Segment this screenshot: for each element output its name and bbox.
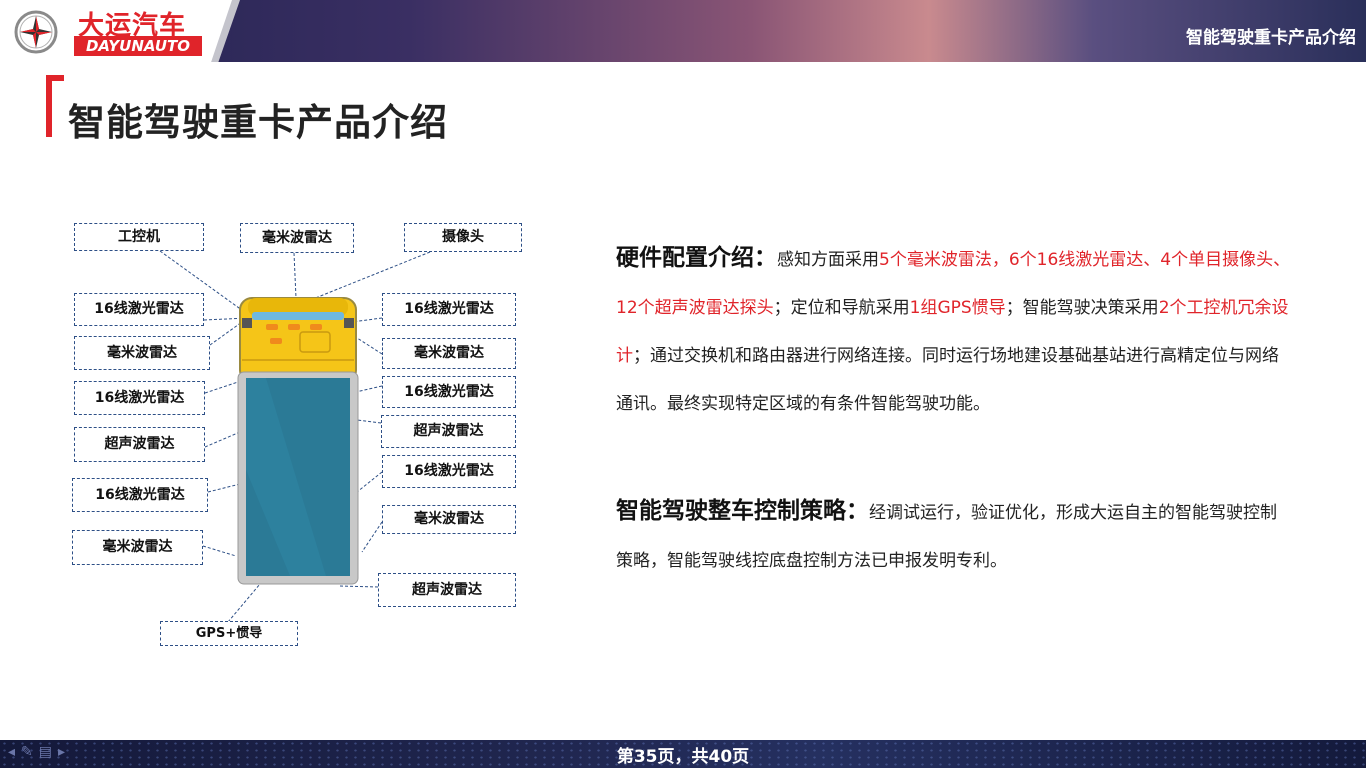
hardware-heading: 硬件配置介绍： (616, 245, 777, 271)
control-heading: 智能驾驶整车控制策略： (616, 498, 869, 524)
truck-cab (239, 297, 357, 383)
page-number: 第35页，共40页 (616, 747, 750, 767)
hardware-highlight-gps: 1组GPS惯导 (909, 298, 1006, 318)
label-mmwave-left-2: 毫米波雷达 (72, 530, 203, 565)
label-gps: GPS+惯导 (160, 621, 298, 646)
hardware-config-paragraph: 硬件配置介绍：感知方面采用5个毫米波雷法，6个16线激光雷达、4个单目摄像头、1… (616, 234, 1292, 428)
label-lidar-right-2: 16线激光雷达 (382, 376, 516, 408)
label-lidar-left-2: 16线激光雷达 (74, 381, 205, 415)
hardware-text-3: ；智能驾驶决策采用 (1005, 298, 1159, 318)
label-lidar-left-3: 16线激光雷达 (72, 478, 208, 512)
label-ipc: 工控机 (74, 223, 204, 251)
truck-trailer (237, 371, 359, 585)
label-mmwave-top: 毫米波雷达 (240, 223, 354, 253)
label-mmwave-right-2: 毫米波雷达 (382, 505, 516, 534)
hardware-text-2: ；定位和导航采用 (773, 298, 910, 318)
label-ultrasonic-right-2: 超声波雷达 (378, 573, 516, 607)
label-lidar-left-1: 16线激光雷达 (74, 293, 204, 326)
label-mmwave-right-1: 毫米波雷达 (382, 338, 516, 369)
label-camera: 摄像头 (404, 223, 522, 252)
label-lidar-right-3: 16线激光雷达 (382, 455, 516, 488)
hardware-text-1: 感知方面采用 (777, 250, 879, 270)
hardware-text-4: ；通过交换机和路由器进行网络连接。同时运行场地建设基础基站进行高精定位与网络通讯… (616, 346, 1279, 414)
control-strategy-paragraph: 智能驾驶整车控制策略：经调试运行，验证优化，形成大运自主的智能驾驶控制策略，智能… (616, 487, 1292, 585)
label-ultrasonic-left: 超声波雷达 (74, 427, 205, 462)
label-ultrasonic-right-1: 超声波雷达 (381, 415, 516, 448)
label-mmwave-left-1: 毫米波雷达 (74, 336, 210, 370)
label-lidar-right-1: 16线激光雷达 (382, 293, 516, 326)
